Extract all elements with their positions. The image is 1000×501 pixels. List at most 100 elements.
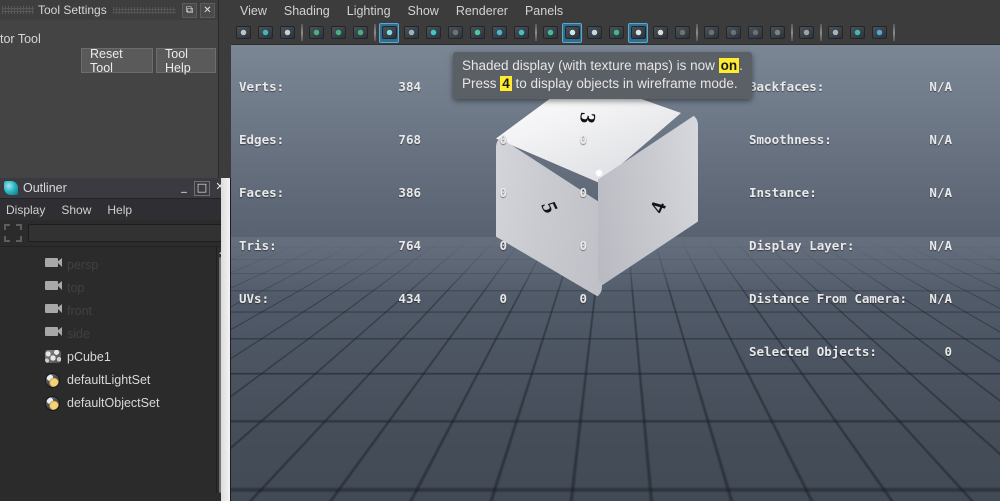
selection-frame-icon[interactable] [3,223,23,243]
camera-icon [45,258,63,272]
copy-view-icon[interactable] [825,23,845,43]
reset-tool-button[interactable]: Reset Tool [81,48,153,73]
smooth-shade-icon[interactable] [489,23,509,43]
hud-label: Faces: [239,181,335,204]
menu-panels[interactable]: Panels [525,4,563,18]
shadows-icon[interactable] [540,23,560,43]
tool-settings-titlebar[interactable]: Tool Settings ⧉ ✕ [0,0,218,20]
list-item[interactable]: side [0,322,230,345]
texture-toggle-icon[interactable] [511,23,531,43]
viewport-3d[interactable]: 3 5 4 Verts: 384 0 0 Edges: 768 0 0 [231,45,1000,501]
hud-value-total: 768 [335,128,421,151]
hud-row: Edges: 768 0 0 [239,128,587,151]
motion-blur-icon[interactable] [723,23,743,43]
tooltip-line1-text-a: Shaded display (with texture maps) is no… [462,58,719,73]
hud-row: Display Layer: N/A [749,234,952,257]
panel-grip-icon[interactable] [2,6,34,14]
multisample-icon[interactable] [745,23,765,43]
list-item[interactable]: top [0,276,230,299]
bookmark-icon[interactable] [277,23,297,43]
toolbar-separator [891,24,896,41]
hud-row: UVs: 434 0 0 [239,287,587,310]
ao-icon[interactable] [701,23,721,43]
list-item[interactable]: defaultObjectSet [0,391,230,414]
hud-label: Instance: [749,181,914,204]
outliner-menu-display[interactable]: Display [6,203,45,217]
hud-row: Backfaces: N/A [749,75,952,98]
tooltip-line2-text-a: Press [462,76,500,91]
list-item[interactable]: pCube1 [0,345,230,368]
outliner-menu-help[interactable]: Help [107,203,132,217]
grease-pencil-icon[interactable] [328,23,348,43]
isolate-select-icon[interactable] [796,23,816,43]
film-gate-icon[interactable] [401,23,421,43]
hud-value-selected: 0 [421,234,507,257]
outliner-search-input[interactable] [28,224,222,242]
tooltip-line-1: Shaded display (with texture maps) is no… [462,57,743,75]
paste-view-icon[interactable] [847,23,867,43]
menu-show[interactable]: Show [408,4,439,18]
film-gate-icon-glyph [404,26,419,39]
panel-grip-fill-icon [113,7,176,14]
hud-row: Smoothness: N/A [749,128,952,151]
list-item-label: persp [67,258,98,272]
ao-icon-glyph [704,26,719,39]
shaded-display-icon[interactable] [562,23,582,43]
viewport-panel: View Shading Lighting Show Renderer Pane… [231,0,1000,501]
toolbar-separator [299,24,304,41]
hud-value: N/A [914,181,952,204]
list-item-label: side [67,327,90,341]
list-item[interactable]: defaultLightSet [0,368,230,391]
wireframe-shaded-icon[interactable] [467,23,487,43]
lighting-icon[interactable] [650,23,670,43]
snapshot-view-icon[interactable] [869,23,889,43]
hud-value-visible: 0 [507,287,587,310]
camera-attributes-icon[interactable] [255,23,275,43]
gate-mask-icon[interactable] [445,23,465,43]
hardware-texture-icon[interactable] [606,23,626,43]
hud-value-visible: 0 [507,234,587,257]
camera-attributes-icon-glyph [258,26,273,39]
close-icon[interactable]: ✕ [200,3,215,18]
grid-display-icon[interactable] [379,23,399,43]
outliner-tree[interactable]: persp top front side pCube1 defaultLight… [0,246,230,493]
outliner-titlebar[interactable]: Outliner _ □ ✕ [0,178,230,199]
multisample-icon-glyph [748,26,763,39]
hud-row: Distance From Camera: N/A [749,287,952,310]
hud-label: UVs: [239,287,335,310]
texture-map-icon[interactable] [628,23,648,43]
list-item[interactable]: front [0,299,230,322]
menu-shading[interactable]: Shading [284,4,330,18]
maximize-icon[interactable]: □ [194,181,210,196]
paint-effects-icon[interactable] [306,23,326,43]
tooltip-line2-text-b: to display objects in wireframe mode. [512,76,738,91]
toolbar-separator [694,24,699,41]
texture-toggle-icon-glyph [514,26,529,39]
menu-view[interactable]: View [240,4,267,18]
outliner-menu-show[interactable]: Show [61,203,91,217]
wireframe-shaded-icon-glyph [470,26,485,39]
camera-icon [45,304,63,318]
texture-map-icon-glyph [631,26,646,39]
menu-renderer[interactable]: Renderer [456,4,508,18]
viewport-menubar: View Shading Lighting Show Renderer Pane… [231,0,1000,21]
hud-value-selected: 0 [421,287,507,310]
xray-icon[interactable] [350,23,370,43]
smooth-shade-icon-glyph [492,26,507,39]
viewport-renderer-icon[interactable] [767,23,787,43]
hud-row: Faces: 386 0 0 [239,181,587,204]
hud-value-selected: 0 [421,181,507,204]
maya-window: Tool Settings ⧉ ✕ tor Tool Reset Tool To… [0,0,1000,501]
select-camera-icon[interactable] [233,23,253,43]
wireframe-on-shaded-icon[interactable] [584,23,604,43]
hud-value: N/A [914,75,952,98]
shadow-toggle-icon[interactable] [672,23,692,43]
minimize-icon[interactable]: _ [176,181,192,196]
restore-icon[interactable]: ⧉ [182,3,197,18]
menu-lighting[interactable]: Lighting [347,4,391,18]
tool-help-button[interactable]: Tool Help [156,48,216,73]
outliner-title: Outliner [23,181,176,195]
list-item[interactable]: persp [0,253,230,276]
hud-row: Selected Objects: 0 [749,340,952,363]
resolution-gate-icon[interactable] [423,23,443,43]
